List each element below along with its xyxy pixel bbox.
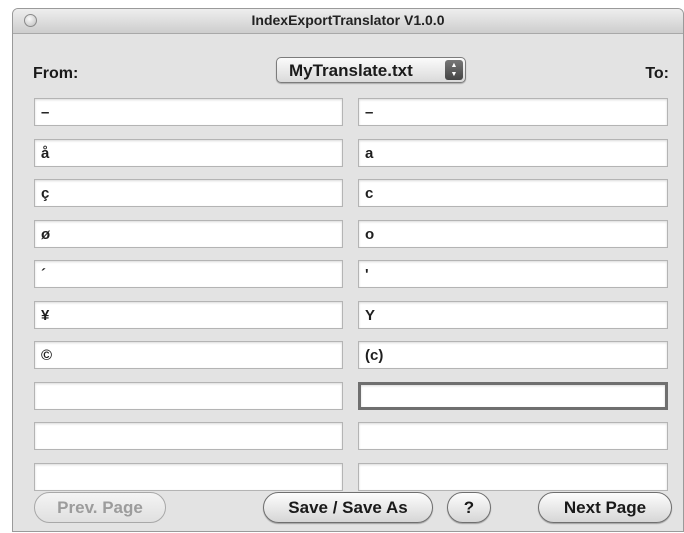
from-field[interactable] — [34, 422, 343, 450]
from-field[interactable]: – — [34, 98, 343, 126]
next-page-button[interactable]: Next Page — [538, 492, 672, 523]
translation-file-value: MyTranslate.txt — [289, 61, 413, 80]
up-down-arrows-icon: ▲ ▼ — [445, 60, 463, 80]
to-field[interactable]: a — [358, 139, 668, 167]
title-bar[interactable]: IndexExportTranslator V1.0.0 — [13, 9, 683, 34]
from-field[interactable]: å — [34, 139, 343, 167]
to-field[interactable]: o — [358, 220, 668, 248]
to-field[interactable] — [358, 382, 668, 410]
help-button[interactable]: ? — [447, 492, 491, 523]
from-field[interactable] — [34, 463, 343, 491]
translator-window: IndexExportTranslator V1.0.0 From: To: M… — [12, 8, 684, 532]
prev-page-button[interactable]: Prev. Page — [34, 492, 166, 523]
to-field[interactable] — [358, 463, 668, 491]
to-label: To: — [645, 65, 669, 82]
save-button[interactable]: Save / Save As — [263, 492, 433, 523]
to-field[interactable]: – — [358, 98, 668, 126]
window-title: IndexExportTranslator V1.0.0 — [251, 12, 445, 28]
from-field[interactable] — [34, 382, 343, 410]
from-label: From: — [33, 65, 79, 82]
from-field[interactable]: ç — [34, 179, 343, 207]
from-field[interactable]: ¥ — [34, 301, 343, 329]
to-field[interactable]: c — [358, 179, 668, 207]
from-field[interactable]: © — [34, 341, 343, 369]
from-field[interactable]: ´ — [34, 260, 343, 288]
to-field[interactable] — [358, 422, 668, 450]
to-field[interactable]: ' — [358, 260, 668, 288]
from-field[interactable]: ø — [34, 220, 343, 248]
to-field[interactable]: (c) — [358, 341, 668, 369]
to-field[interactable]: Y — [358, 301, 668, 329]
translation-file-popup[interactable]: MyTranslate.txt ▲ ▼ — [276, 57, 466, 83]
